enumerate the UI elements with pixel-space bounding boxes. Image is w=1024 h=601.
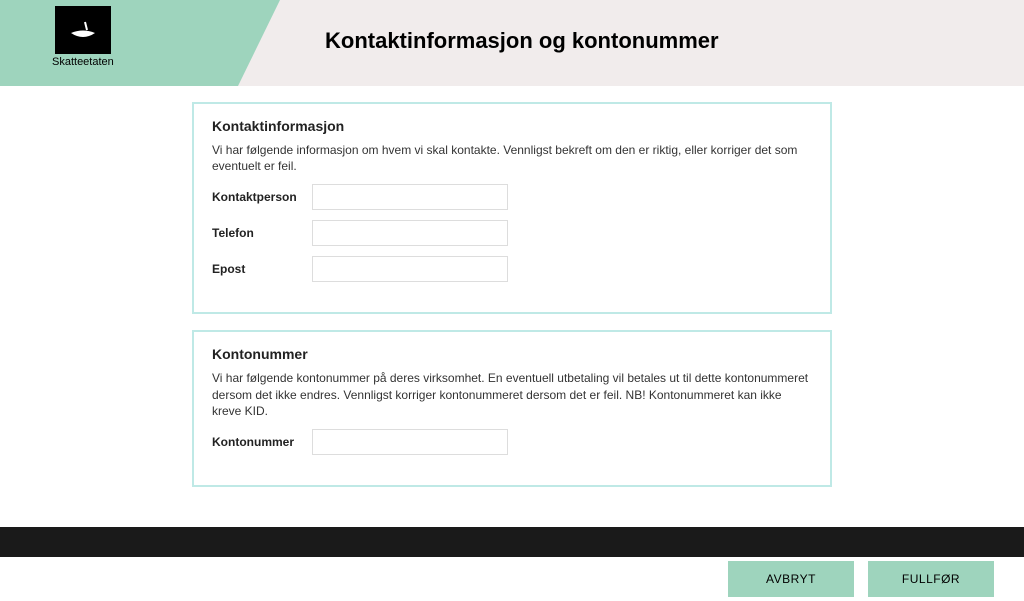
row-email: Epost: [212, 256, 812, 282]
brand-name: Skatteetaten: [52, 56, 114, 68]
label-phone: Telefon: [212, 226, 312, 240]
complete-button[interactable]: FULLFØR: [868, 561, 994, 597]
action-bar: AVBRYT FULLFØR: [0, 557, 1024, 601]
label-contact-person: Kontaktperson: [212, 190, 312, 204]
row-contact-person: Kontaktperson: [212, 184, 812, 210]
label-account-number: Kontonummer: [212, 435, 312, 449]
cancel-button[interactable]: AVBRYT: [728, 561, 854, 597]
header-accent: [0, 0, 280, 86]
contact-heading: Kontaktinformasjon: [212, 118, 812, 134]
contact-description: Vi har følgende informasjon om hvem vi s…: [212, 142, 812, 174]
page-title: Kontaktinformasjon og kontonummer: [325, 28, 719, 54]
account-heading: Kontonummer: [212, 346, 812, 362]
input-contact-person[interactable]: [312, 184, 508, 210]
row-phone: Telefon: [212, 220, 812, 246]
skatteetaten-icon: [55, 6, 111, 54]
input-phone[interactable]: [312, 220, 508, 246]
account-number-card: Kontonummer Vi har følgende kontonummer …: [192, 330, 832, 487]
input-email[interactable]: [312, 256, 508, 282]
label-email: Epost: [212, 262, 312, 276]
main-content: Kontaktinformasjon Vi har følgende infor…: [0, 86, 1024, 527]
input-account-number[interactable]: [312, 429, 508, 455]
brand-logo: Skatteetaten: [52, 6, 114, 68]
footer-bar: [0, 527, 1024, 557]
contact-info-card: Kontaktinformasjon Vi har følgende infor…: [192, 102, 832, 314]
account-description: Vi har følgende kontonummer på deres vir…: [212, 370, 812, 419]
row-account-number: Kontonummer: [212, 429, 812, 455]
page-header: Skatteetaten Kontaktinformasjon og konto…: [0, 0, 1024, 86]
